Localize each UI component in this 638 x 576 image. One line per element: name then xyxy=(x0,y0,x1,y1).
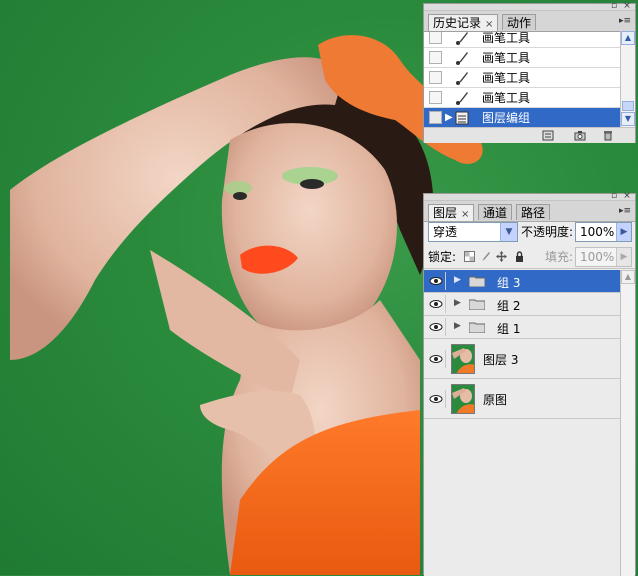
history-source-checkbox[interactable] xyxy=(429,111,442,124)
history-item[interactable]: 画笔工具 xyxy=(424,68,620,88)
opacity-label: 不透明度: xyxy=(521,225,574,239)
layers-panel-titlebar[interactable]: ▫ × xyxy=(424,192,635,201)
history-footer xyxy=(424,127,635,143)
layer-name: 组 3 xyxy=(497,276,521,290)
lock-position-icon[interactable] xyxy=(496,251,507,262)
scroll-up-icon[interactable]: ▲ xyxy=(621,31,635,45)
history-item-label: 画笔工具 xyxy=(482,91,531,105)
history-item[interactable]: 画笔工具 xyxy=(424,48,620,68)
tab-close-icon[interactable]: × xyxy=(485,19,493,30)
layer-group-icon xyxy=(455,111,469,125)
chevron-down-icon[interactable]: ▼ xyxy=(500,223,517,241)
lock-row: 锁定: 填充: 100% ▶ xyxy=(424,246,635,269)
history-item[interactable]: 画笔工具 xyxy=(424,31,620,48)
blend-row: 穿透 ▼ 不透明度: 100% ▶ xyxy=(424,221,635,243)
brush-icon xyxy=(456,52,468,65)
layers-scrollbar[interactable]: ▲ xyxy=(620,270,635,576)
layer-name: 组 2 xyxy=(497,299,521,313)
history-item[interactable]: 画笔工具 xyxy=(424,88,620,108)
history-list: 画笔工具 画笔工具 画笔工具 画笔工具 ▶ 图层编组 xyxy=(424,31,620,128)
new-document-from-state-icon[interactable] xyxy=(542,130,554,141)
blend-mode-value: 穿透 xyxy=(433,225,458,239)
history-source-checkbox[interactable] xyxy=(429,71,442,84)
opacity-value: 100% xyxy=(580,225,615,239)
tab-actions[interactable]: 动作 xyxy=(502,14,537,30)
history-tabs: 历史记录 × 动作 ▸≡ xyxy=(424,11,635,32)
layer-name: 组 1 xyxy=(497,322,521,336)
history-source-checkbox[interactable] xyxy=(429,51,442,64)
layer-name: 原图 xyxy=(483,393,508,407)
visibility-eye-icon[interactable] xyxy=(427,295,446,313)
panel-menu-icon[interactable]: ▸≡ xyxy=(618,206,632,216)
close-icon[interactable]: × xyxy=(622,192,632,201)
tab-paths[interactable]: 路径 xyxy=(516,204,551,220)
fill-input[interactable]: 100% ▶ xyxy=(575,247,632,267)
fill-value: 100% xyxy=(580,250,615,264)
trash-icon[interactable] xyxy=(602,130,614,141)
layers-panel: ▫ × 图层 × 通道 路径 ▸≡ 穿透 ▼ 不透明度: 100% ▶ 锁定: 填… xyxy=(423,192,636,576)
brush-icon xyxy=(456,32,468,45)
tab-layers[interactable]: 图层 × xyxy=(428,204,475,221)
minimize-icon[interactable]: ▫ xyxy=(609,192,619,201)
layers-list: ▶ 组 3 ▶ 组 2 ▶ 组 1 图层 3 原图 xyxy=(424,270,620,576)
history-state-pointer-icon[interactable]: ▶ xyxy=(445,112,453,123)
lock-image-pixels-icon[interactable] xyxy=(480,251,491,262)
history-panel: ▫ × 历史记录 × 动作 ▸≡ 画笔工具 画笔工具 画笔工具 画笔工具 ▶ 图… xyxy=(423,2,636,143)
tab-channels-label: 通道 xyxy=(483,206,508,220)
close-icon[interactable]: × xyxy=(622,2,632,11)
create-snapshot-icon[interactable] xyxy=(574,130,586,141)
chevron-right-icon[interactable]: ▶ xyxy=(616,248,631,266)
expand-triangle-icon[interactable]: ▶ xyxy=(454,275,461,285)
visibility-eye-icon[interactable] xyxy=(427,390,446,408)
folder-icon xyxy=(469,299,485,310)
visibility-eye-icon[interactable] xyxy=(427,350,446,368)
scroll-thumb[interactable] xyxy=(622,101,634,111)
layers-tabs: 图层 × 通道 路径 ▸≡ xyxy=(424,201,635,222)
tab-paths-label: 路径 xyxy=(521,206,546,220)
history-panel-titlebar[interactable]: ▫ × xyxy=(424,2,635,11)
scroll-down-icon[interactable]: ▼ xyxy=(621,112,635,126)
visibility-eye-icon[interactable] xyxy=(427,318,446,336)
layer-row-group-3[interactable]: ▶ 组 3 xyxy=(424,270,620,293)
lock-transparent-pixels-icon[interactable] xyxy=(464,251,475,262)
tab-actions-label: 动作 xyxy=(507,16,532,30)
history-item-label: 画笔工具 xyxy=(482,31,531,45)
history-source-checkbox[interactable] xyxy=(429,32,442,44)
folder-icon xyxy=(469,276,485,287)
minimize-icon[interactable]: ▫ xyxy=(609,2,619,11)
layer-row-group-2[interactable]: ▶ 组 2 xyxy=(424,293,620,316)
opacity-input[interactable]: 100% ▶ xyxy=(575,222,632,242)
history-item-selected[interactable]: ▶ 图层编组 xyxy=(424,108,620,128)
fill-label: 填充: xyxy=(545,250,574,264)
tab-close-icon[interactable]: × xyxy=(461,209,469,220)
chevron-right-icon[interactable]: ▶ xyxy=(616,223,631,241)
expand-triangle-icon[interactable]: ▶ xyxy=(454,298,461,308)
history-source-checkbox[interactable] xyxy=(429,91,442,104)
folder-icon xyxy=(469,322,485,333)
layer-row-layer-3[interactable]: 图层 3 xyxy=(424,339,620,379)
blend-mode-select[interactable]: 穿透 ▼ xyxy=(428,222,518,242)
layer-name: 图层 3 xyxy=(483,353,519,367)
layer-row-background[interactable]: 原图 xyxy=(424,379,620,419)
expand-triangle-icon[interactable]: ▶ xyxy=(454,321,461,331)
tab-layers-label: 图层 xyxy=(433,206,458,220)
history-scrollbar[interactable]: ▲ ▼ xyxy=(620,31,635,127)
panel-menu-icon[interactable]: ▸≡ xyxy=(618,16,632,26)
tab-history-label: 历史记录 xyxy=(433,16,482,30)
lock-all-icon[interactable] xyxy=(514,251,525,262)
scroll-up-icon[interactable]: ▲ xyxy=(621,270,635,284)
tab-history[interactable]: 历史记录 × xyxy=(428,14,499,31)
brush-icon xyxy=(456,72,468,85)
brush-icon xyxy=(456,92,468,105)
history-item-label: 画笔工具 xyxy=(482,71,531,85)
visibility-eye-icon[interactable] xyxy=(427,272,446,290)
layer-thumbnail xyxy=(451,384,475,414)
history-item-label: 图层编组 xyxy=(482,111,531,125)
lock-label: 锁定: xyxy=(428,250,457,264)
layer-thumbnail xyxy=(451,344,475,374)
layer-row-group-1[interactable]: ▶ 组 1 xyxy=(424,316,620,339)
tab-channels[interactable]: 通道 xyxy=(478,204,513,220)
history-item-label: 画笔工具 xyxy=(482,51,531,65)
